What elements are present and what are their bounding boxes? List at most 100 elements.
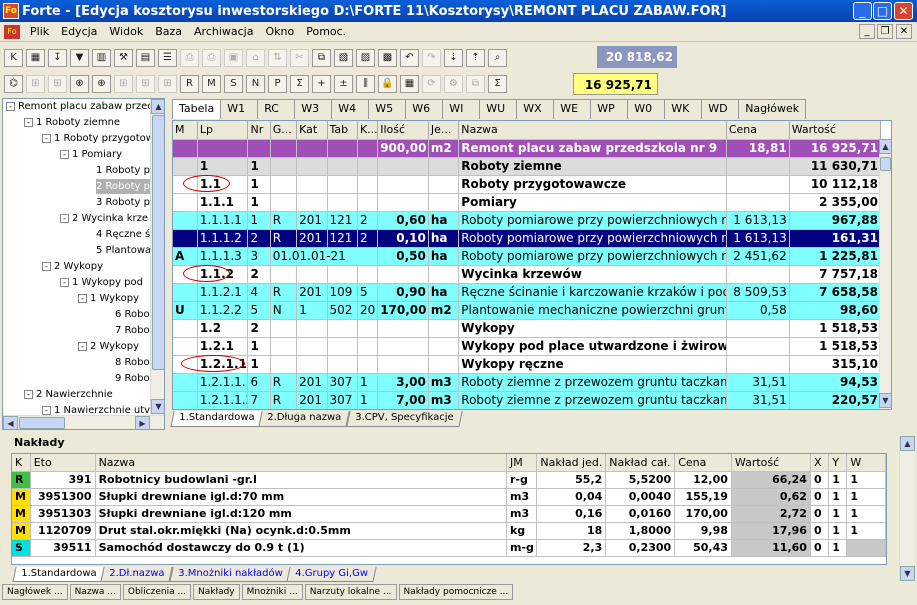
grid-cell[interactable]: 1: [247, 355, 271, 374]
tab-wp[interactable]: WP: [590, 99, 629, 119]
grid-cell[interactable]: [726, 319, 790, 338]
grid-cell[interactable]: [296, 175, 328, 194]
find-icon[interactable]: ⌕: [488, 49, 507, 67]
naklady-cell[interactable]: [846, 539, 886, 557]
scroll-left-icon[interactable]: ◀: [3, 416, 18, 429]
grid-cell[interactable]: Wykopy pod place utwardzone i żwirowe: [458, 337, 727, 356]
grid-cell[interactable]: [377, 337, 429, 356]
naklady-cell[interactable]: Słupki drewniane igl.d:70 mm: [95, 488, 507, 506]
grid-cell[interactable]: [173, 319, 198, 338]
grid-cell[interactable]: 0,10: [377, 229, 429, 248]
grid-cell[interactable]: 3,00: [377, 373, 429, 392]
tree-node-root[interactable]: - Remont placu zabaw przec: [6, 99, 153, 114]
grid-cell[interactable]: [296, 157, 328, 176]
naklady-cell[interactable]: m-g: [506, 539, 538, 557]
grid-cell[interactable]: [357, 355, 379, 374]
grid-cell[interactable]: R: [270, 373, 298, 392]
grid-cell[interactable]: 1.2: [197, 319, 249, 338]
column-header[interactable]: Nakład cał.: [605, 454, 676, 472]
grid-cell[interactable]: 1: [247, 211, 271, 230]
naklady-cell[interactable]: 3951303: [30, 505, 96, 523]
grid-cell[interactable]: 0,58: [726, 301, 790, 320]
grid-cell[interactable]: [327, 355, 358, 374]
grid-n-icon[interactable]: N: [246, 75, 265, 93]
mdi-restore-button[interactable]: ❐: [877, 24, 893, 39]
naklady-cell[interactable]: 39511: [30, 539, 96, 557]
grid-cell[interactable]: [296, 193, 328, 212]
grid-cell[interactable]: [173, 139, 198, 158]
grid-cell[interactable]: [327, 265, 358, 284]
tree-node[interactable]: -2 Wykopy: [42, 259, 103, 274]
move-up-icon[interactable]: ⇡: [466, 49, 485, 67]
grid-cell[interactable]: 0,50: [377, 247, 429, 266]
grid-cell[interactable]: [296, 319, 328, 338]
naklady-cell[interactable]: kg: [506, 522, 538, 540]
collapse-icon[interactable]: -: [60, 277, 69, 287]
grid-cell[interactable]: [296, 355, 328, 374]
grid-cell[interactable]: [270, 265, 298, 284]
grid-cell[interactable]: [270, 157, 298, 176]
grid-row[interactable]: 900,00 m2 Remont placu zabaw przedszkola n…: [173, 139, 882, 158]
column-header[interactable]: Je...: [428, 121, 460, 140]
collapse-icon[interactable]: -: [60, 149, 69, 159]
mdi-close-button[interactable]: ✕: [896, 24, 912, 39]
tab-w6[interactable]: W6: [405, 99, 444, 119]
tree-node[interactable]: -1 Roboty ziemne: [24, 115, 120, 130]
collapse-icon[interactable]: -: [42, 133, 51, 143]
grid-cell[interactable]: [173, 265, 198, 284]
grid-cell[interactable]: 1: [197, 157, 249, 176]
minimize-button[interactable]: _: [853, 2, 872, 20]
naklady-cell[interactable]: 1: [828, 522, 848, 540]
grid-cell[interactable]: ha: [428, 283, 460, 302]
grid-cell[interactable]: [428, 355, 460, 374]
grid-cell[interactable]: 1: [247, 175, 271, 194]
grid-cell[interactable]: Wycinka krzewów: [458, 265, 727, 284]
grid-cell[interactable]: [357, 265, 379, 284]
grid-cell[interactable]: 1.1.2.1: [197, 283, 249, 302]
grid-cell[interactable]: [247, 139, 271, 158]
grid-cell[interactable]: Wykopy ręczne: [458, 355, 727, 374]
naklady-cell[interactable]: 1: [846, 505, 886, 523]
grid-cell[interactable]: [428, 157, 460, 176]
scroll-up-icon[interactable]: ▲: [151, 99, 164, 114]
naklady-row[interactable]: M 3951300 Słupki drewniane igl.d:70 mm m3 0,…: [12, 488, 886, 506]
grid-cell[interactable]: 94,53: [789, 373, 882, 392]
sort-icon[interactable]: ⇅: [268, 49, 287, 67]
grid-cell[interactable]: R: [270, 229, 298, 248]
grid-cell[interactable]: [270, 139, 298, 158]
grid-cell[interactable]: [357, 337, 379, 356]
grid-cell[interactable]: [377, 265, 429, 284]
grid-cell[interactable]: 502: [327, 301, 358, 320]
grid-row[interactable]: 1.2 2 Wykopy 1 518,53: [173, 319, 882, 338]
grid-cell[interactable]: 20: [357, 301, 379, 320]
kind-badge[interactable]: S: [12, 539, 31, 557]
paste-special-icon[interactable]: ▩: [378, 49, 397, 67]
grid-row[interactable]: 1 1 Roboty ziemne 11 630,71: [173, 157, 882, 176]
grid-cell[interactable]: Roboty pomiarowe przy powierzchniowych r…: [458, 229, 727, 248]
column-header[interactable]: K...: [357, 121, 379, 140]
grid-cell[interactable]: Plantowanie mechaniczne powierzchni grun…: [458, 301, 727, 320]
grid-row[interactable]: 1.1.1 1 Pomiary 2 355,00: [173, 193, 882, 212]
naklady-cell[interactable]: 1: [846, 471, 886, 489]
column-header[interactable]: JM: [506, 454, 538, 472]
tab-wx[interactable]: WX: [516, 99, 555, 119]
grid-cell[interactable]: 1: [247, 337, 271, 356]
grid-cell[interactable]: 7 658,58: [789, 283, 882, 302]
grid-vertical-scrollbar[interactable]: ▲ ▼: [879, 139, 891, 409]
grid-cell[interactable]: [327, 319, 358, 338]
kind-badge[interactable]: M: [12, 505, 31, 523]
naklady-cell[interactable]: 0,2300: [605, 539, 676, 557]
grid-cell[interactable]: 315,10: [789, 355, 882, 374]
naklady-cell[interactable]: 2,72: [731, 505, 811, 523]
grid-cell[interactable]: 1.1.1: [197, 193, 249, 212]
grid-cell[interactable]: [357, 175, 379, 194]
grid-row[interactable]: 1.1.2.1 4 R 201 109 5 0,90 ha Ręczne ścinanie i …: [173, 283, 882, 302]
collapse-icon[interactable]: -: [42, 261, 51, 271]
grid-cell[interactable]: [726, 175, 790, 194]
grid-row[interactable]: 1.2.1.1.1 6 R 201 307 1 3,00 m3 Roboty ziemne z …: [173, 373, 882, 392]
grid-cell[interactable]: [357, 157, 379, 176]
naklady-cell[interactable]: 2,3: [536, 539, 607, 557]
naklady-cell[interactable]: 1: [846, 522, 886, 540]
grid-cell[interactable]: [377, 175, 429, 194]
grid-cell[interactable]: [377, 319, 429, 338]
